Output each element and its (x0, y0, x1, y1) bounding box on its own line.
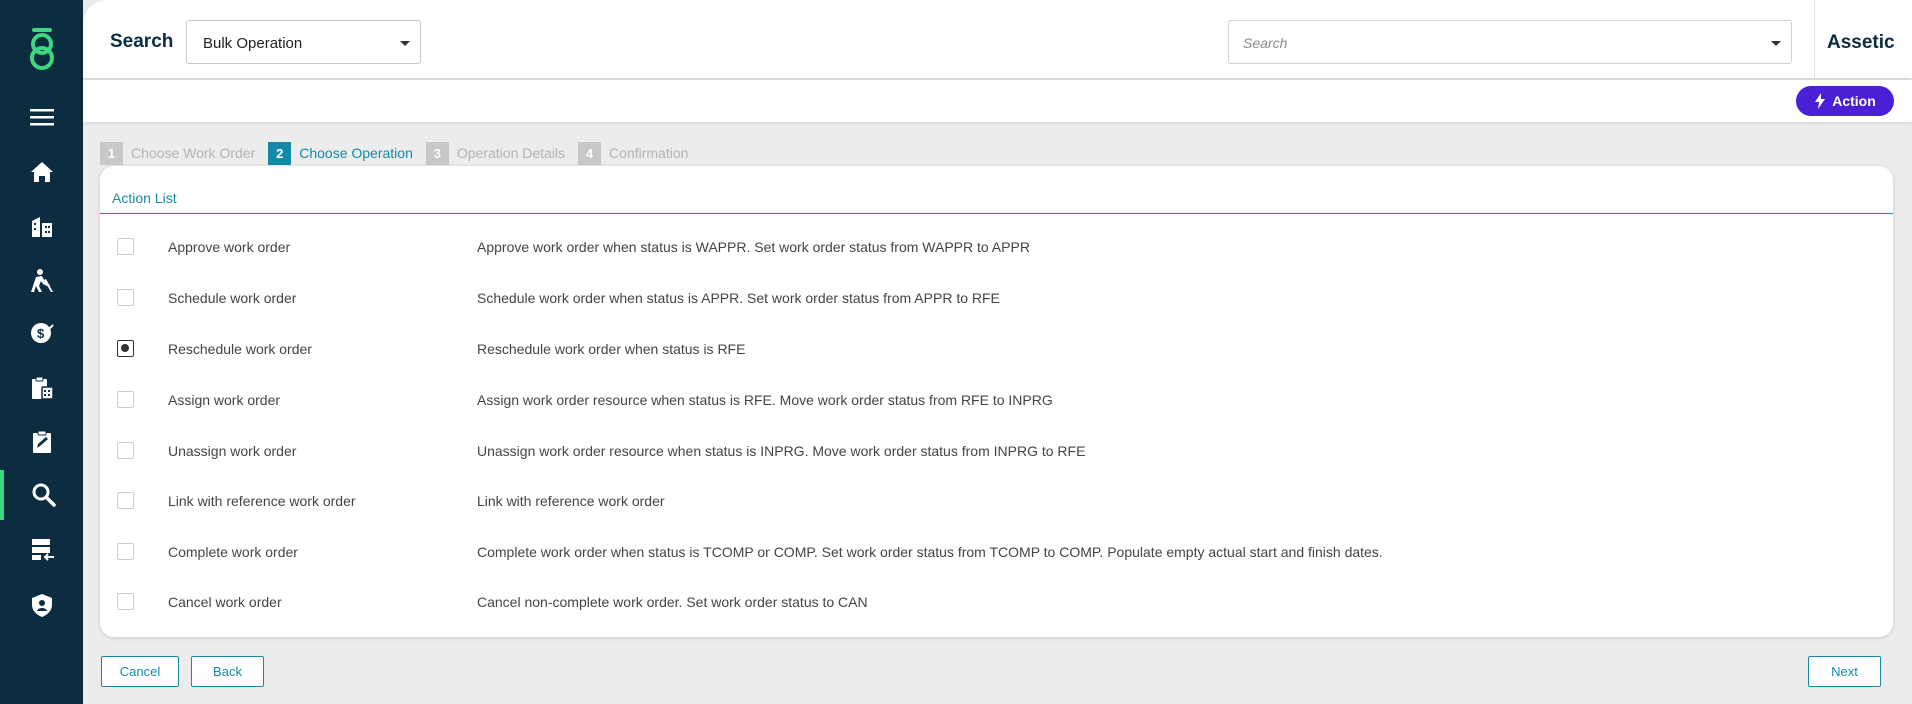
action-description: Unassign work order resource when status… (477, 443, 1086, 459)
search-icon[interactable] (0, 470, 83, 520)
shield-user-icon[interactable] (0, 580, 83, 630)
step-number: 1 (100, 141, 123, 165)
row-checkbox[interactable] (117, 289, 134, 306)
row-checkbox[interactable] (117, 492, 134, 509)
operation-select[interactable]: Bulk Operation (186, 20, 421, 64)
step-confirmation[interactable]: 4 Confirmation (578, 141, 689, 165)
action-bar: Action (83, 80, 1912, 122)
list-item[interactable]: Schedule work order Schedule work order … (100, 272, 1893, 323)
step-label: Choose Operation (299, 145, 413, 161)
menu-icon[interactable] (0, 92, 83, 142)
chevron-down-icon (400, 41, 410, 46)
header-divider (1814, 0, 1815, 78)
list-item[interactable]: Complete work order Complete work order … (100, 526, 1893, 577)
action-name: Assign work order (168, 392, 281, 408)
row-checkbox[interactable] (117, 543, 134, 560)
list-item[interactable]: Link with reference work order Link with… (100, 475, 1893, 526)
clipboard-edit-icon[interactable] (0, 417, 83, 467)
wizard-steps: 1 Choose Work Order 2 Choose Operation 3… (100, 141, 701, 165)
action-description: Cancel non-complete work order. Set work… (477, 594, 868, 610)
assetic-logo-icon[interactable] (20, 24, 64, 72)
action-list-card: Action List Approve work order Approve w… (100, 166, 1893, 637)
action-name: Unassign work order (168, 443, 297, 459)
operation-select-value: Bulk Operation (203, 35, 303, 52)
row-checkbox[interactable] (117, 442, 134, 459)
list-item[interactable]: Approve work order Approve work order wh… (100, 221, 1893, 272)
action-name: Complete work order (168, 544, 298, 560)
step-label: Operation Details (456, 145, 566, 161)
back-button[interactable]: Back (191, 656, 264, 687)
action-description: Link with reference work order (477, 493, 665, 509)
search-combobox[interactable] (1228, 20, 1792, 64)
search-heading: Search (110, 31, 174, 52)
worker-icon[interactable] (0, 256, 83, 306)
brand-name: Assetic (1827, 32, 1895, 53)
chevron-down-icon[interactable] (1771, 41, 1781, 46)
list-item[interactable]: Unassign work order Unassign work order … (100, 425, 1893, 476)
action-name: Approve work order (168, 239, 291, 255)
action-description: Schedule work order when status is APPR.… (477, 290, 1000, 306)
step-number: 4 (578, 141, 602, 165)
search-input[interactable] (1243, 33, 1743, 53)
action-list-title: Action List (112, 190, 177, 206)
list-item[interactable]: Reschedule work order Reschedule work or… (100, 323, 1893, 374)
action-button[interactable]: Action (1796, 86, 1894, 116)
row-checkbox[interactable] (117, 593, 134, 610)
action-name: Cancel work order (168, 594, 282, 610)
data-import-icon[interactable] (0, 524, 83, 574)
step-number: 2 (268, 141, 292, 165)
row-checkbox-checked[interactable] (117, 340, 134, 357)
action-description: Reschedule work order when status is RFE (477, 341, 746, 357)
step-label: Choose Work Order (131, 145, 256, 161)
action-name: Link with reference work order (168, 493, 356, 509)
list-item[interactable]: Assign work order Assign work order reso… (100, 374, 1893, 425)
step-operation-details[interactable]: 3 Operation Details (425, 141, 566, 165)
step-label: Confirmation (609, 145, 689, 161)
cancel-button[interactable]: Cancel (101, 656, 179, 687)
sidebar: $ (0, 0, 83, 704)
action-button-label: Action (1832, 93, 1876, 109)
row-checkbox[interactable] (117, 391, 134, 408)
step-choose-operation[interactable]: 2 Choose Operation (268, 141, 413, 165)
step-number: 3 (425, 141, 449, 165)
top-header: Search Bulk Operation Assetic (83, 0, 1912, 78)
list-item[interactable]: Cancel work order Cancel non-complete wo… (100, 576, 1893, 627)
action-description: Complete work order when status is TCOMP… (477, 544, 1383, 560)
row-checkbox[interactable] (117, 238, 134, 255)
title-divider (100, 213, 1893, 214)
clipboard-calculator-icon[interactable] (0, 363, 83, 413)
action-description: Assign work order resource when status i… (477, 392, 1053, 408)
buildings-icon[interactable] (0, 202, 83, 252)
next-button[interactable]: Next (1808, 656, 1881, 687)
finance-icon[interactable]: $ (0, 308, 83, 358)
action-name: Reschedule work order (168, 341, 312, 357)
action-description: Approve work order when status is WAPPR.… (477, 239, 1030, 255)
svg-text:$: $ (37, 326, 45, 341)
action-name: Schedule work order (168, 290, 297, 306)
lightning-icon (1815, 93, 1826, 109)
home-icon[interactable] (0, 147, 83, 197)
step-choose-work-order[interactable]: 1 Choose Work Order (100, 141, 256, 165)
